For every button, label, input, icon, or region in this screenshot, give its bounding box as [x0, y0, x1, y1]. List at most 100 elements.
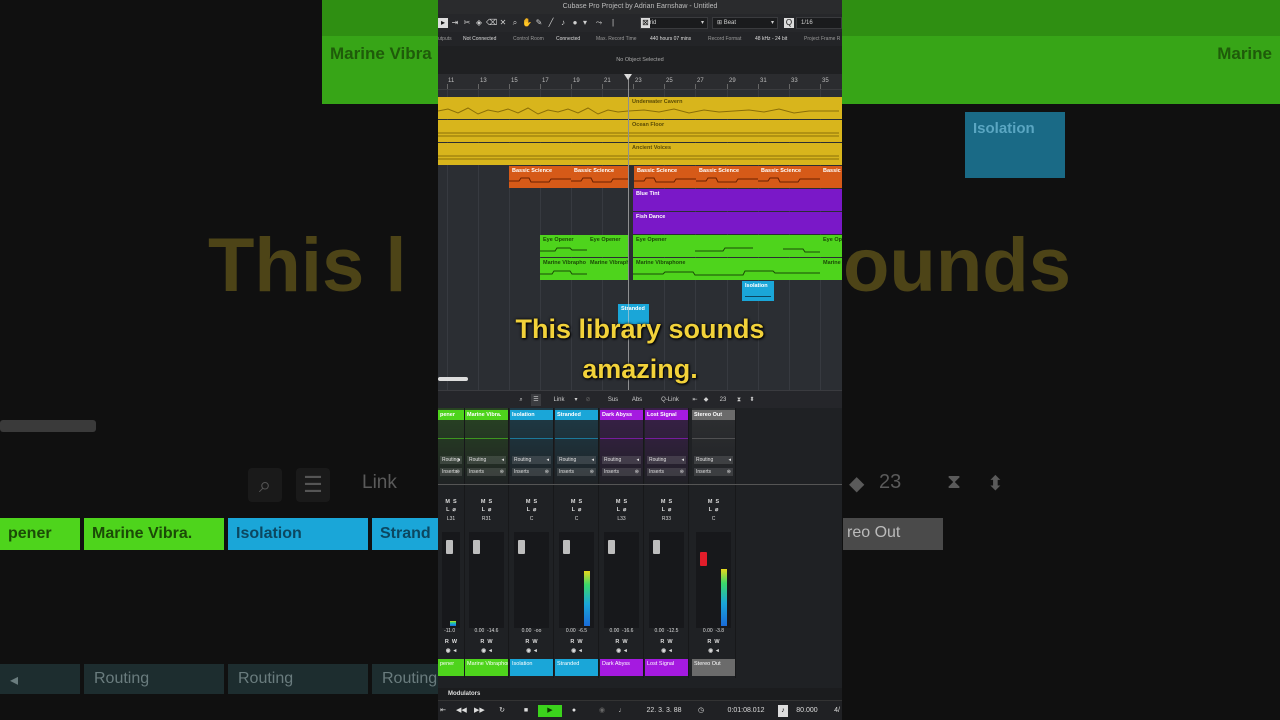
fader-track[interactable] [559, 532, 594, 628]
quantize-mode-select[interactable]: ⊞ Beat ▾ [712, 17, 778, 29]
clip-marine-vibraphone[interactable]: Marine Vibrapho [587, 258, 628, 280]
channel-label[interactable]: pener [438, 659, 464, 676]
channel-label[interactable]: Stereo Out [692, 659, 735, 676]
clip-bassic-science[interactable]: Bassic Science [758, 166, 820, 188]
mute-solo-row[interactable]: M S [600, 499, 643, 507]
listen-phase-row[interactable]: L ⌀ [465, 507, 508, 515]
routing-button[interactable]: Routing ◂ [602, 456, 641, 464]
listen-phase-row[interactable]: L ⌀ [438, 507, 464, 515]
fader-handle[interactable] [608, 540, 615, 554]
read-write-row[interactable]: R W [645, 639, 688, 645]
qlink-button[interactable]: Q-Link [657, 394, 683, 406]
channel-name[interactable]: Marine Vibra. [465, 410, 508, 420]
chevron-down-icon[interactable]: ▾ [580, 18, 590, 28]
channel-label[interactable]: Isolation [510, 659, 553, 676]
monitor-row[interactable]: ◉ ◂ [600, 648, 643, 654]
read-write-row[interactable]: R W [692, 639, 735, 645]
time-display[interactable]: 0:01:08.012 [720, 705, 772, 717]
pan-value[interactable]: R31 [465, 516, 508, 522]
clip-bassic-science[interactable]: Bassic Science [571, 166, 628, 188]
rewind-icon[interactable]: ◀◀ [456, 705, 467, 717]
clip-blue-tint[interactable]: Blue Tint [633, 189, 842, 211]
pan-value[interactable]: L33 [600, 516, 643, 522]
mute-solo-row[interactable]: M S [438, 499, 464, 507]
routing-button[interactable]: Routing ◂ [647, 456, 686, 464]
mixer-channel[interactable]: Lost Signal Routing ◂ Inserts ⊜ M SL ⌀ R33 0.00… [645, 408, 689, 678]
glue-tool-icon[interactable]: ◈ [474, 18, 484, 28]
clip-audio[interactable] [438, 120, 628, 142]
listen-phase-row[interactable]: L ⌀ [600, 507, 643, 515]
arrange-window[interactable]: Underwater Cavern Ocean Floor Ancient Vo… [438, 90, 842, 390]
inserts-button[interactable]: Inserts ⊜ [602, 468, 641, 476]
link-icon[interactable]: ⊘ [584, 394, 592, 406]
mute-tool-icon[interactable]: ✕ [498, 18, 508, 28]
mute-solo-row[interactable]: M S [465, 499, 508, 507]
channel-label[interactable]: Stranded [555, 659, 598, 676]
monitor-row[interactable]: ◉ ◂ [555, 648, 598, 654]
mixer-channel[interactable]: Isolation Routing ◂ Inserts ⊜ M SL ⌀ C 0.00 -oo… [510, 408, 554, 678]
fader-track[interactable] [649, 532, 684, 628]
routing-button[interactable]: Routing ◂ [467, 456, 506, 464]
loop-icon[interactable]: ↻ [496, 705, 508, 717]
clip-bassic-science[interactable]: Bassic Science [820, 166, 842, 188]
fader-track[interactable] [442, 532, 460, 628]
pointer-tool-icon[interactable]: ▸ [438, 18, 448, 28]
channel-name[interactable]: Lost Signal [645, 410, 688, 420]
erase-tool-icon[interactable]: ⌫ [486, 18, 497, 28]
time-signature[interactable]: 4/ [832, 705, 842, 717]
mixer-channel[interactable]: Stranded Routing ◂ Inserts ⊜ M SL ⌀ C 0.00 -6.5… [555, 408, 599, 678]
punch-icon[interactable]: ◉ [596, 705, 608, 717]
abs-button[interactable]: Abs [628, 394, 646, 406]
mute-solo-row[interactable]: M S [645, 499, 688, 507]
hand-tool-icon[interactable]: ✋ [522, 18, 532, 28]
split-tool-icon[interactable]: ✂ [462, 18, 472, 28]
read-write-row[interactable]: R W [600, 639, 643, 645]
snap-type-select[interactable]: Grid ▾ [640, 17, 708, 29]
tempo-display[interactable]: 80.000 [792, 705, 822, 717]
fader-handle[interactable] [653, 540, 660, 554]
inserts-button[interactable]: Inserts ⊜ [647, 468, 686, 476]
channel-name[interactable]: Stranded [555, 410, 598, 420]
fader-track[interactable] [469, 532, 504, 628]
mute-solo-row[interactable]: M S [555, 499, 598, 507]
channel-label[interactable]: Marine Vibraphone [465, 659, 508, 676]
channel-name[interactable]: Isolation [510, 410, 553, 420]
monitor-row[interactable]: ◉ ◂ [465, 648, 508, 654]
clip-bassic-science[interactable]: Bassic Science [634, 166, 696, 188]
sus-button[interactable]: Sus [604, 394, 622, 406]
routing-button[interactable]: Routing ◂ [557, 456, 596, 464]
inserts-button[interactable]: Inserts ⊜ [467, 468, 506, 476]
collapse-icon[interactable]: ⧗ [734, 394, 744, 406]
record-icon[interactable]: ● [568, 705, 580, 717]
mixer-channel[interactable]: Stereo Out Routing ◂ Inserts ⊜ M SL ⌀ C 0.00 -3… [692, 408, 736, 678]
mute-solo-row[interactable]: M S [510, 499, 553, 507]
draw-tool-icon[interactable]: ✎ [534, 18, 544, 28]
quantize-value-select[interactable]: 1/16 [796, 17, 842, 29]
monitor-row[interactable]: ◉ ◂ [645, 648, 688, 654]
listen-phase-row[interactable]: L ⌀ [555, 507, 598, 515]
fader-handle[interactable] [700, 552, 707, 566]
channel-label[interactable]: Dark Abyss [600, 659, 643, 676]
play-icon[interactable]: ▶ [538, 705, 562, 717]
routing-button[interactable]: Routing ◂ [512, 456, 551, 464]
channel-name[interactable]: pener [438, 410, 464, 420]
clip-isolation[interactable]: Isolation [742, 281, 774, 301]
stepper-icon[interactable]: ⬍ [747, 394, 757, 406]
link-button[interactable]: Link [548, 394, 570, 406]
clip-bassic-science[interactable]: Bassic Science [696, 166, 758, 188]
routing-button[interactable]: Routing ◂ [440, 456, 462, 464]
channel-name[interactable]: Stereo Out [692, 410, 735, 420]
pan-value[interactable]: R33 [645, 516, 688, 522]
listen-phase-row[interactable]: L ⌀ [510, 507, 553, 515]
forward-icon[interactable]: ▶▶ [474, 705, 485, 717]
clip-bassic-science[interactable]: Bassic Science [509, 166, 571, 188]
search-icon[interactable]: ⌕ [516, 394, 526, 406]
mixer-channel[interactable]: Marine Vibra. Routing ◂ Inserts ⊜ M SL ⌀ R31 0.… [465, 408, 509, 678]
monitor-row[interactable]: ◉ ◂ [510, 648, 553, 654]
skip-icon[interactable]: ⇤ [690, 394, 700, 406]
fader-handle[interactable] [518, 540, 525, 554]
listen-phase-row[interactable]: L ⌀ [645, 507, 688, 515]
expand-icon[interactable]: ◆ [701, 394, 711, 406]
clip-ocean-floor[interactable]: Ocean Floor [629, 120, 842, 142]
read-write-row[interactable]: R W [555, 639, 598, 645]
